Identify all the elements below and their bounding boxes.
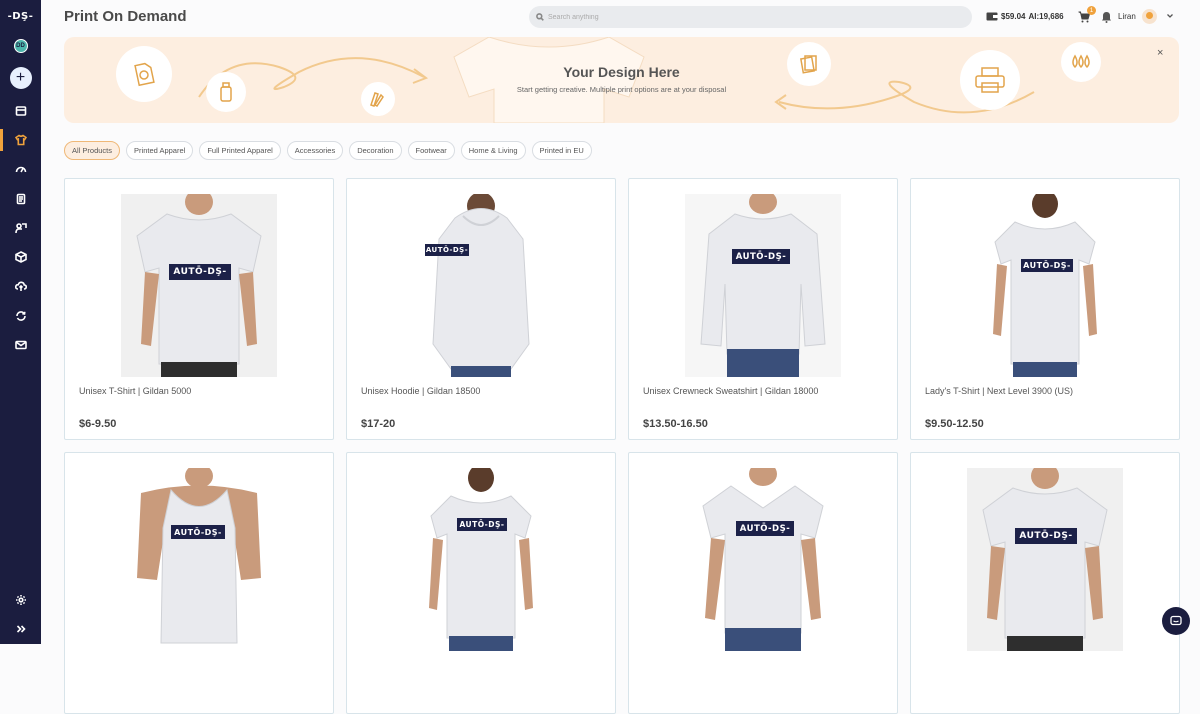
sync-icon — [15, 310, 26, 321]
workspace-avatar[interactable]: DD — [13, 39, 28, 53]
brand-logo-print: AUTŌ-DŞ- — [457, 518, 507, 531]
sidebar-item-products[interactable] — [0, 242, 41, 271]
brand-logo-print: AUTŌ-DŞ- — [732, 249, 790, 264]
orders-icon — [16, 193, 25, 204]
search-bar[interactable] — [529, 6, 972, 28]
page-title: Print On Demand — [64, 8, 187, 25]
brand-logo-print: AUTŌ-DŞ- — [736, 521, 794, 536]
product-card[interactable]: AUTŌ-DŞ- Unisex Hoodie | Gildan 18500 $17-… — [346, 178, 616, 440]
ai-credits: AI:19,686 — [1028, 11, 1064, 21]
chevron-down-icon[interactable] — [1166, 12, 1174, 20]
product-card[interactable]: AUTŌ-DŞ- — [346, 452, 616, 714]
box-icon — [14, 251, 27, 264]
product-price: $9.50-12.50 — [925, 418, 984, 430]
wallet-balance[interactable]: $59.04 AI:19,686 — [986, 11, 1064, 21]
product-image[interactable]: AUTŌ-DŞ- — [967, 190, 1123, 377]
product-price: $13.50-16.50 — [643, 418, 708, 430]
sidebar-nav — [0, 96, 41, 360]
sidebar-item-print-on-demand[interactable] — [0, 125, 41, 154]
product-image[interactable]: AUTŌ-DŞ- — [685, 462, 841, 651]
brand-logo-print: AUTŌ-DŞ- — [169, 264, 231, 280]
product-name[interactable]: Unisex Crewneck Sweatshirt | Gildan 1800… — [643, 386, 818, 396]
settings-icon — [15, 595, 26, 606]
product-card[interactable]: AUTŌ-DŞ- — [64, 452, 334, 714]
sidebar-item-settings[interactable] — [0, 585, 41, 614]
sidebar-item-orders[interactable] — [0, 184, 41, 213]
printer-icon-circle — [960, 50, 1020, 110]
product-name[interactable]: Lady's T-Shirt | Next Level 3900 (US) — [925, 386, 1073, 396]
product-card[interactable]: AUTŌ-DŞ- — [910, 452, 1180, 714]
product-image[interactable]: AUTŌ-DŞ- — [403, 192, 559, 377]
sidebar-bottom — [0, 585, 41, 644]
product-card[interactable]: AUTŌ-DŞ- Unisex T-Shirt | Gildan 5000 $6-9… — [64, 178, 334, 440]
balance-amount: $59.04 — [1001, 11, 1026, 21]
category-filter-chips: All Products Printed Apparel Full Printed … — [64, 141, 592, 160]
dashboard-icon — [15, 166, 26, 173]
product-image[interactable]: AUTŌ-DŞ- — [121, 189, 277, 377]
product-name[interactable]: Unisex Hoodie | Gildan 18500 — [361, 386, 480, 396]
product-grid: AUTŌ-DŞ- Unisex T-Shirt | Gildan 5000 $6-9… — [64, 178, 1180, 714]
filter-chip[interactable]: Decoration — [349, 141, 402, 160]
store-icon — [15, 105, 26, 116]
double-chevron-right-icon — [16, 625, 26, 633]
search-input[interactable] — [548, 13, 948, 21]
product-name[interactable]: Unisex T-Shirt | Gildan 5000 — [79, 386, 191, 396]
sidebar-item-marketing[interactable] — [0, 213, 41, 242]
cart-count-badge: 1 — [1087, 6, 1096, 15]
banner-title: Your Design Here — [563, 64, 680, 80]
filter-chip[interactable]: Printed Apparel — [126, 141, 194, 160]
sidebar-item-upload[interactable] — [0, 272, 41, 301]
product-card[interactable]: AUTŌ-DŞ- Lady's T-Shirt | Next Level 3900… — [910, 178, 1180, 440]
product-image[interactable]: AUTŌ-DŞ- — [403, 464, 559, 651]
brand-logo-print: AUTŌ-DŞ- — [171, 525, 225, 539]
sidebar: -DŞ- DD + — [0, 0, 41, 644]
filter-chip[interactable]: Printed in EU — [531, 141, 592, 160]
upload-icon — [14, 281, 27, 292]
product-image[interactable]: AUTŌ-DŞ- — [121, 464, 277, 651]
user-avatar[interactable] — [1142, 9, 1157, 24]
sidebar-item-messages[interactable] — [0, 330, 41, 359]
tshirt-illustration — [453, 37, 645, 123]
product-image[interactable]: AUTŌ-DŞ- — [967, 463, 1123, 651]
banner-close-button[interactable]: × — [1157, 47, 1163, 59]
brand-logo-print: AUTŌ-DŞ- — [1015, 528, 1077, 544]
top-header: Print On Demand $59.04 AI:19,686 1 Liran — [41, 0, 1200, 34]
banner-subtitle: Start getting creative. Multiple print o… — [516, 85, 727, 94]
app-logo[interactable]: -DŞ- — [8, 11, 34, 22]
product-price: $6-9.50 — [79, 418, 117, 430]
sidebar-item-store[interactable] — [0, 96, 41, 125]
promo-banner: Your Design Here Start getting creative.… — [64, 37, 1179, 123]
wallet-icon — [986, 12, 998, 21]
add-button[interactable]: + — [9, 67, 32, 89]
filter-chip[interactable]: All Products — [64, 141, 121, 160]
sidebar-item-sync[interactable] — [0, 301, 41, 330]
filter-chip[interactable]: Full Printed Apparel — [199, 141, 281, 160]
chat-support-button[interactable] — [1162, 607, 1190, 635]
sidebar-item-dashboard[interactable] — [0, 155, 41, 184]
tshirt-icon — [14, 134, 27, 146]
product-card[interactable]: AUTŌ-DŞ- Unisex Crewneck Sweatshirt | Gil… — [628, 178, 898, 440]
product-price: $17-20 — [361, 418, 396, 430]
filter-chip[interactable]: Footwear — [407, 141, 455, 160]
product-image[interactable]: AUTŌ-DŞ- — [685, 190, 841, 377]
user-name[interactable]: Liran — [1118, 12, 1136, 21]
brand-logo-print: AUTŌ-DŞ- — [1021, 259, 1073, 272]
filter-chip[interactable]: Accessories — [286, 141, 344, 160]
marketing-icon — [14, 223, 27, 233]
bell-icon[interactable] — [1101, 11, 1112, 23]
sidebar-expand-toggle[interactable] — [0, 615, 41, 644]
mail-icon — [14, 340, 27, 350]
product-card[interactable]: AUTŌ-DŞ- — [628, 452, 898, 714]
filter-chip[interactable]: Home & Living — [460, 141, 526, 160]
brand-logo-print: AUTŌ-DŞ- — [425, 244, 469, 256]
chat-icon — [1170, 615, 1182, 626]
search-icon — [536, 13, 544, 21]
